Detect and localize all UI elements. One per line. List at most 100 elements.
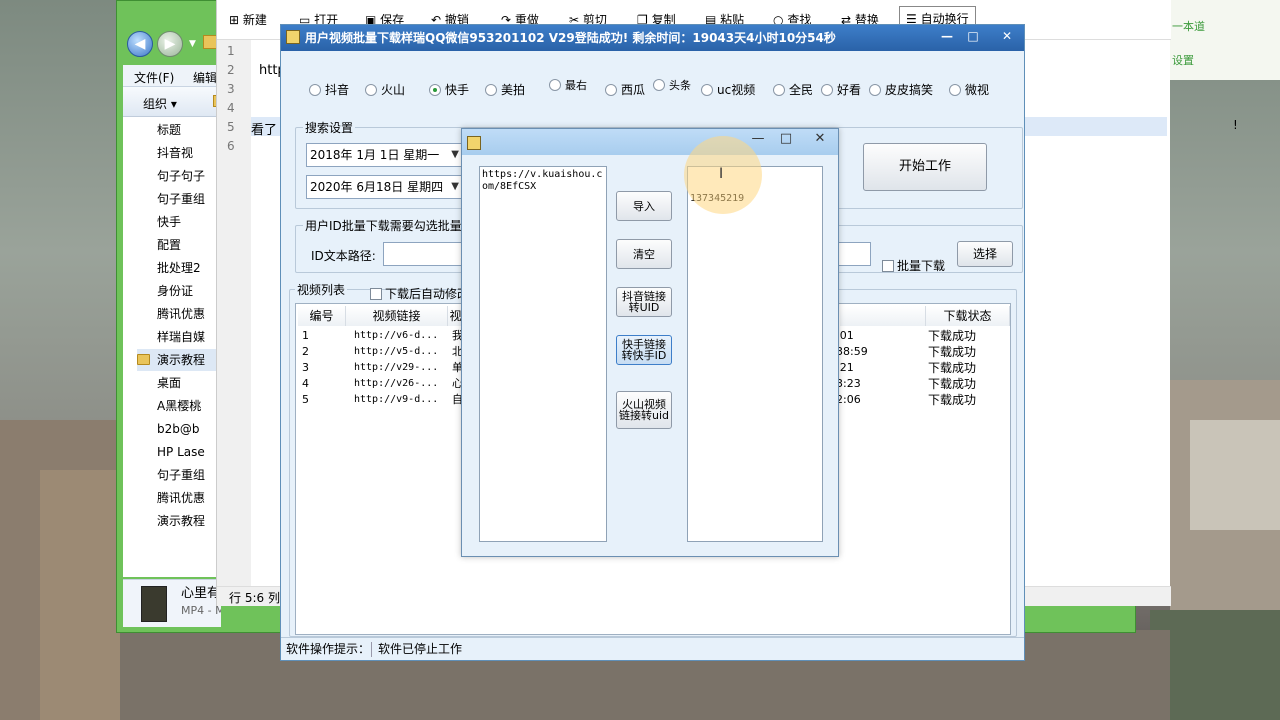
clear-button[interactable]: 清空: [616, 239, 672, 269]
text-cursor-icon: I: [719, 166, 724, 182]
radio-icon: [869, 84, 881, 96]
chevron-down-icon: ▼: [451, 149, 459, 160]
right-app-text: 设置: [1172, 54, 1194, 67]
row-status: 下载成功: [928, 361, 977, 375]
maximize-icon[interactable]: □: [774, 131, 798, 147]
forward-icon[interactable]: ▶: [157, 31, 183, 57]
cursor-position: 行 5:6 列: [229, 591, 280, 605]
new-button[interactable]: ⊞ 新建: [229, 10, 267, 30]
right-app-text: 一本道: [1172, 20, 1205, 33]
select-button[interactable]: 选择: [957, 241, 1013, 267]
radio-xigua[interactable]: 西瓜: [605, 81, 645, 101]
checkbox-icon: [882, 260, 894, 272]
huoshan-to-uid-button[interactable]: 火山视频链接转uid: [616, 391, 672, 429]
row-link: http://v9-d...: [354, 394, 439, 405]
radio-haokan[interactable]: 好看: [821, 81, 861, 101]
column-header[interactable]: [840, 306, 926, 326]
column-header[interactable]: 编号: [298, 306, 346, 326]
right-app-fragment: [1170, 0, 1280, 80]
radio-douyin[interactable]: 抖音: [309, 81, 349, 101]
row-link: http://v26-...: [354, 378, 439, 389]
auto-rename-checkbox[interactable]: 下载后自动修改: [370, 285, 469, 302]
radio-icon: [821, 84, 833, 96]
tree-item-selected[interactable]: 演示教程: [137, 349, 221, 371]
import-button[interactable]: 导入: [616, 191, 672, 221]
status-bar: 软件操作提示： 软件已停止工作: [281, 637, 1024, 660]
batch-download-checkbox[interactable]: 批量下载: [882, 257, 945, 274]
row-no: 1: [302, 329, 309, 342]
line-number: 3: [227, 82, 235, 96]
radio-quanmin[interactable]: 全民: [773, 81, 813, 101]
column-header[interactable]: 下载状态: [926, 306, 1010, 326]
id-output-textarea[interactable]: 137345219: [687, 166, 823, 542]
window-title: 用户视频批量下载样瑞QQ微信953201102 V29登陆成功! 剩余时间：19…: [305, 31, 836, 45]
start-date-picker[interactable]: 2018年 1月 1日 星期一 ▼: [306, 143, 464, 167]
maximize-icon[interactable]: □: [961, 28, 985, 44]
uid-batch-label: 用户ID批量下载需要勾选批量: [303, 217, 464, 234]
row-no: 5: [302, 393, 309, 406]
row-status: 下载成功: [928, 329, 977, 343]
explorer-tree: 标题 抖音视 句子句子 句子重组 快手 配置 批处理2 身份证 腾讯优惠 样瑞自…: [123, 117, 221, 577]
radio-weishi[interactable]: 微视: [949, 81, 989, 101]
menu-file[interactable]: 文件(F): [134, 69, 174, 86]
radio-kuaishou[interactable]: 快手: [429, 81, 469, 101]
radio-icon: [653, 79, 665, 91]
radio-icon: [949, 84, 961, 96]
link-input-textarea[interactable]: https://v.kuaishou.com/8EfCSX: [479, 166, 607, 542]
radio-selected-icon: [429, 84, 441, 96]
detail-subtitle: MP4 - MPEG-4 视: [181, 604, 221, 617]
chevron-down-icon[interactable]: ▼: [189, 39, 196, 49]
search-settings-label: 搜索设置: [303, 119, 356, 136]
status-text: 软件已停止工作: [378, 642, 463, 656]
checkbox-icon: [370, 288, 382, 300]
row-link: http://v29-...: [354, 362, 439, 373]
status-label: 软件操作提示：: [286, 642, 371, 656]
video-list-label: 视频列表: [295, 281, 348, 298]
folder-icon: [137, 354, 150, 365]
radio-pipi[interactable]: 皮皮搞笑: [869, 81, 933, 101]
row-link: http://v5-d...: [354, 346, 439, 357]
radio-icon: [605, 84, 617, 96]
row-link: http://v6-d...: [354, 330, 439, 341]
organize-button[interactable]: 组织 ▾: [143, 95, 177, 112]
radio-icon: [701, 84, 713, 96]
radio-uc[interactable]: uc视频: [701, 81, 755, 101]
kuaishou-to-id-button[interactable]: 快手链接转快手ID: [616, 335, 672, 365]
editor-line[interactable]: 看了: [251, 119, 277, 138]
video-thumbnail: [141, 586, 167, 622]
radio-icon: [485, 84, 497, 96]
title-bar: 用户视频批量下载样瑞QQ微信953201102 V29登陆成功! 剩余时间：19…: [281, 25, 1024, 51]
row-no: 2: [302, 345, 309, 358]
minimize-icon[interactable]: —: [746, 131, 770, 147]
radio-toutiao[interactable]: 头条: [653, 79, 691, 99]
end-date-picker[interactable]: 2020年 6月18日 星期四 ▼: [306, 175, 464, 199]
line-number: 1: [227, 44, 235, 58]
back-icon[interactable]: ◀: [127, 31, 153, 57]
chevron-down-icon: ▼: [451, 181, 459, 192]
close-icon[interactable]: ✕: [995, 28, 1019, 44]
uid-path-label: ID文本路径:: [311, 249, 376, 263]
row-no: 3: [302, 361, 309, 374]
detail-title: 心里有: [181, 586, 221, 601]
radio-zuiyou[interactable]: 最右: [549, 79, 587, 99]
row-status: 下载成功: [928, 393, 977, 407]
line-gutter: 1 2 3 4 5 6: [217, 40, 251, 588]
app-icon: [286, 30, 300, 44]
minimize-icon[interactable]: —: [935, 28, 959, 44]
radio-huoshan[interactable]: 火山: [365, 81, 405, 101]
radio-meipai[interactable]: 美拍: [485, 81, 525, 101]
converter-dialog: — □ ✕ https://v.kuaishou.com/8EfCSX 1373…: [461, 128, 839, 557]
start-work-button[interactable]: 开始工作: [863, 143, 987, 191]
radio-icon: [549, 79, 561, 91]
column-header[interactable]: 视频链接: [346, 306, 448, 326]
douyin-to-uid-button[interactable]: 抖音链接转UID: [616, 287, 672, 317]
row-duration: 2:06: [836, 393, 861, 406]
building: [1190, 420, 1280, 530]
line5-tail: !: [1233, 118, 1238, 132]
radio-icon: [773, 84, 785, 96]
folder-icon: [203, 35, 217, 49]
line-number: 6: [227, 139, 235, 153]
app-icon: [467, 136, 481, 150]
close-icon[interactable]: ✕: [808, 131, 832, 147]
row-no: 4: [302, 377, 309, 390]
